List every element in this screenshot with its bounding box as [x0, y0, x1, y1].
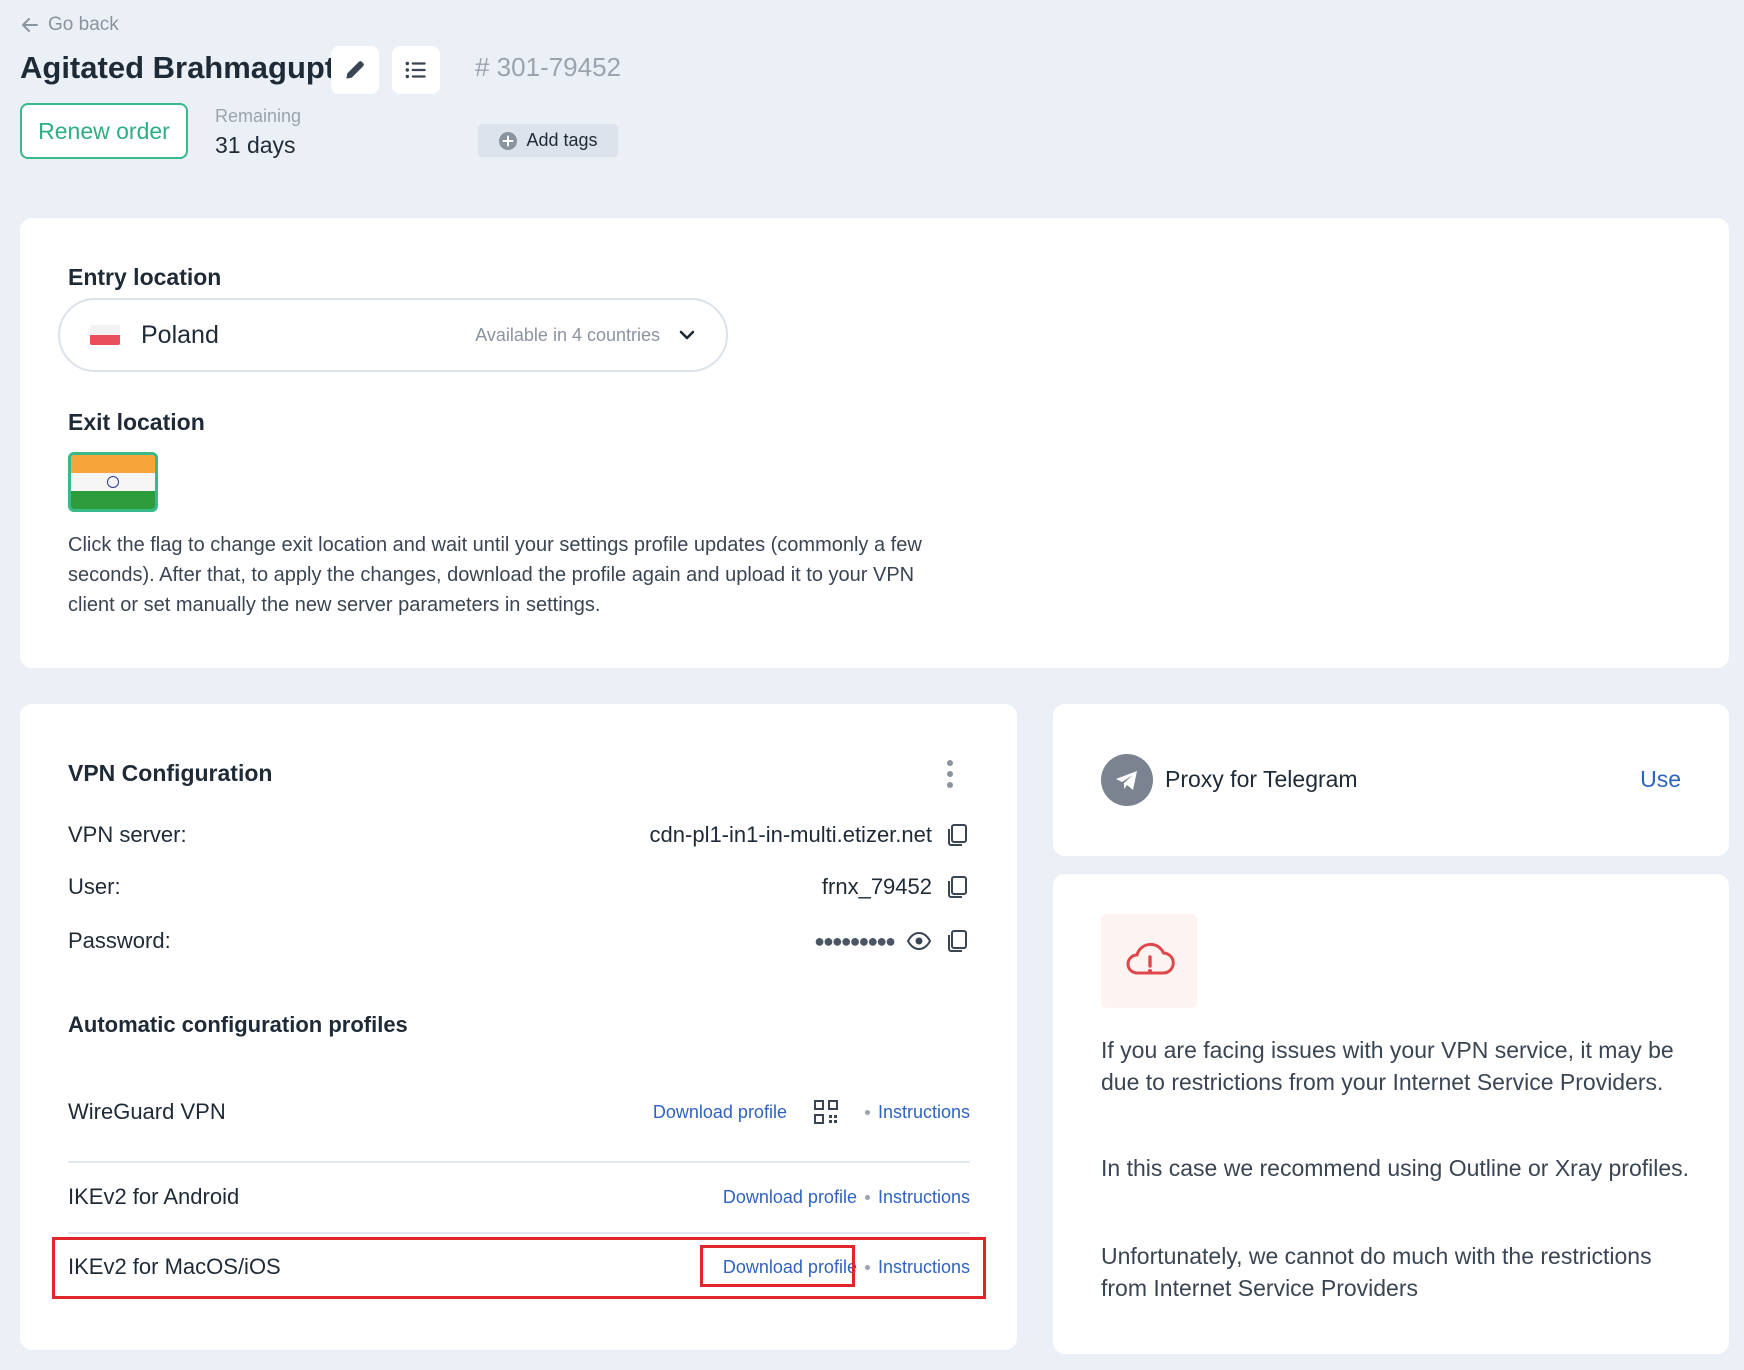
add-tags-label: Add tags [526, 130, 598, 150]
list-icon [405, 61, 426, 79]
vpn-config-title: VPN Configuration [68, 760, 273, 786]
instructions-link[interactable]: Instructions [878, 1102, 970, 1123]
plus-circle-icon [499, 131, 518, 150]
cloud-warning-icon [1101, 914, 1197, 1008]
divider [68, 1232, 970, 1234]
eye-icon[interactable] [906, 928, 932, 954]
copy-icon[interactable] [944, 928, 970, 954]
go-back-label: Go back [48, 14, 119, 35]
notice-paragraph-3: Unfortunately, we cannot do much with th… [1101, 1243, 1652, 1301]
vpn-server-row: VPN server: cdn-pl1-in1-in-multi.etizer.… [68, 822, 970, 848]
pencil-icon [346, 61, 364, 79]
entry-location-select[interactable]: Poland Available in 4 countries [58, 298, 728, 372]
chakra-icon [107, 475, 119, 488]
entry-location-label: Entry location [68, 264, 222, 290]
user-value: frnx_79452 [821, 874, 932, 899]
go-back-link[interactable]: Go back [20, 14, 119, 36]
more-vertical-icon[interactable] [940, 758, 960, 792]
remaining-value: 31 days [215, 132, 296, 158]
notice-paragraph-2: In this case we recommend using Outline … [1101, 1155, 1690, 1181]
profile-name: WireGuard VPN [68, 1099, 226, 1124]
profiles-title: Automatic configuration profiles [68, 1012, 408, 1037]
separator-dot [864, 1194, 870, 1200]
renew-order-button[interactable]: Renew order [20, 103, 188, 159]
profile-row-ikev2-android: IKEv2 for Android Download profile Instr… [68, 1184, 970, 1210]
order-id: # 301-79452 [475, 52, 622, 82]
telegram-icon [1101, 754, 1153, 806]
exit-location-description: Click the flag to change exit location a… [68, 534, 922, 616]
telegram-proxy-card: Proxy for Telegram Use [1053, 704, 1729, 856]
user-label: User: [68, 874, 121, 899]
poland-flag-icon [90, 325, 120, 345]
telegram-use-button[interactable]: Use [1640, 766, 1681, 793]
password-label: Password: [68, 928, 171, 953]
location-card: Entry location Poland Available in 4 cou… [20, 218, 1729, 668]
edit-button[interactable] [331, 46, 379, 94]
download-profile-link[interactable]: Download profile [653, 1102, 787, 1123]
copy-icon[interactable] [944, 874, 970, 900]
vpn-server-label: VPN server: [68, 822, 187, 847]
telegram-proxy-label: Proxy for Telegram [1165, 766, 1358, 792]
page-title: Agitated Brahmagupta [20, 50, 353, 85]
user-row: User: frnx_79452 [68, 874, 970, 900]
list-button[interactable] [392, 46, 440, 94]
profile-row-wireguard: WireGuard VPN Download profile Instructi… [68, 1099, 970, 1125]
entry-country: Poland [141, 320, 219, 349]
password-value: ●●●●●●●●● [814, 930, 896, 951]
remaining-label: Remaining [215, 106, 302, 126]
arrow-left-icon [22, 18, 38, 32]
copy-icon[interactable] [944, 822, 970, 848]
profile-name: IKEv2 for Android [68, 1184, 240, 1209]
exit-location-label: Exit location [68, 409, 205, 435]
notice-paragraph-1: If you are facing issues with your VPN s… [1101, 1037, 1674, 1095]
add-tags-button[interactable]: Add tags [478, 124, 618, 157]
chevron-down-icon [679, 330, 695, 340]
notice-card: If you are facing issues with your VPN s… [1053, 874, 1729, 1354]
highlight-box-download [700, 1245, 855, 1287]
separator-dot [864, 1109, 870, 1115]
entry-availability: Available in 4 countries [475, 324, 660, 345]
download-profile-link[interactable]: Download profile [723, 1187, 857, 1208]
divider [68, 1161, 970, 1163]
exit-location-flag[interactable] [68, 452, 158, 512]
password-row: Password: ●●●●●●●●● [68, 928, 970, 954]
instructions-link[interactable]: Instructions [878, 1187, 970, 1208]
qr-code-icon[interactable] [813, 1099, 839, 1125]
vpn-server-value: cdn-pl1-in1-in-multi.etizer.net [649, 822, 932, 847]
